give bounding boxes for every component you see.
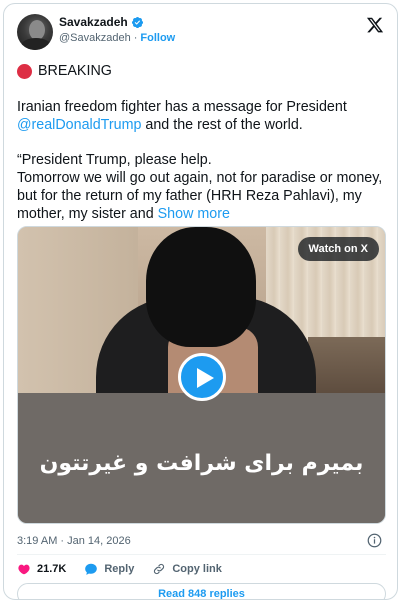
tweet-card: Savakzadeh @Savakzadeh · Follow BREAKING… xyxy=(3,3,398,600)
show-more-link[interactable]: Show more xyxy=(158,206,230,222)
info-icon[interactable] xyxy=(367,533,382,548)
handle-separator: · xyxy=(133,32,138,44)
tweet-text-line-6-start: mother, my sister and xyxy=(17,206,158,222)
breaking-label: BREAKING xyxy=(38,63,112,79)
breaking-line: BREAKING xyxy=(17,62,112,80)
verified-badge-icon xyxy=(131,16,143,28)
watch-on-x-button[interactable]: Watch on X xyxy=(297,237,379,261)
avatar[interactable] xyxy=(17,14,53,50)
author-name-row: Savakzadeh xyxy=(59,15,144,29)
copy-link-label: Copy link xyxy=(172,563,222,575)
follow-button[interactable]: Follow xyxy=(140,32,175,44)
video-caption: بمیرم برای شرافت و غیرتتون xyxy=(39,451,364,476)
reply-button[interactable]: Reply xyxy=(84,562,134,576)
avatar-face xyxy=(29,20,45,40)
play-button[interactable] xyxy=(178,353,226,401)
play-icon xyxy=(197,368,214,388)
tweet-text-line-5: but for the return of my father (HRH Rez… xyxy=(17,188,362,204)
tweet-text-line-1: Iranian freedom fighter has a message fo… xyxy=(17,99,347,115)
author-handle[interactable]: @Savakzadeh xyxy=(59,32,131,44)
avatar-shoulder xyxy=(21,38,51,50)
tweet-header: Savakzadeh @Savakzadeh · Follow xyxy=(4,4,397,52)
video-figure-hood xyxy=(146,227,256,347)
author-name[interactable]: Savakzadeh xyxy=(59,15,128,29)
x-logo-icon[interactable] xyxy=(366,16,384,34)
tweet-text-line-2: @realDonaldTrump and the rest of the wor… xyxy=(17,116,303,134)
tweet-text-line-4: Tomorrow we will go out again, not for p… xyxy=(17,170,383,186)
tweet-actions: 21.7K Reply Copy link xyxy=(17,561,222,577)
video-player[interactable]: بمیرم برای شرافت و غیرتتون Watch on X xyxy=(17,226,386,524)
tweet-text-line-3: “President Trump, please help. xyxy=(17,152,212,168)
like-button[interactable]: 21.7K xyxy=(17,562,66,576)
reply-bubble-icon xyxy=(85,563,98,575)
like-count: 21.7K xyxy=(37,563,67,575)
link-icon xyxy=(154,563,165,575)
mention-link[interactable]: @realDonaldTrump xyxy=(17,117,141,133)
heart-icon xyxy=(18,564,30,575)
divider xyxy=(17,554,386,555)
author-handle-row: @Savakzadeh · Follow xyxy=(59,32,175,44)
copy-link-button[interactable]: Copy link xyxy=(152,562,222,576)
red-circle-icon xyxy=(17,63,32,79)
tweet-timestamp[interactable]: 3:19 AM · Jan 14, 2026 xyxy=(17,535,131,547)
tweet-text-line-2-rest: and the rest of the world. xyxy=(141,117,303,133)
read-replies-button[interactable]: Read 848 replies xyxy=(17,583,386,599)
video-shelf xyxy=(308,337,385,397)
tweet-text-line-6: mother, my sister and Show more xyxy=(17,205,230,223)
reply-label: Reply xyxy=(104,563,135,575)
